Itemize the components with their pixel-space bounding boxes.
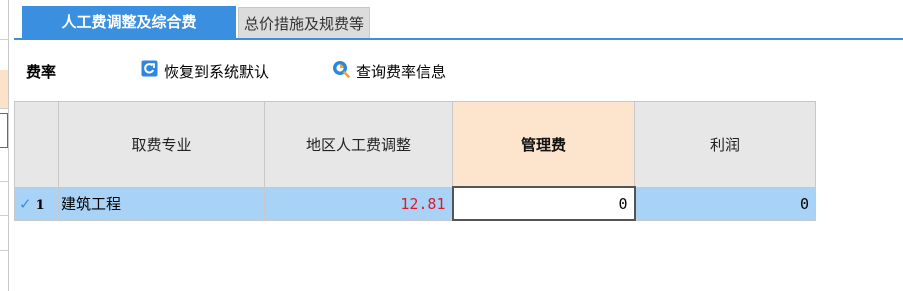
cell-discipline[interactable]: 建筑工程 xyxy=(58,186,265,221)
cell-profit[interactable]: 0 xyxy=(634,186,816,221)
table-row[interactable]: ✓ 1 建筑工程 12.81 0 0 xyxy=(14,186,816,221)
row-header[interactable]: ✓ 1 xyxy=(14,186,59,221)
grid-header-row: 取费专业 地区人工费调整 管理费 利润 xyxy=(14,101,816,188)
column-header-management-fee[interactable]: 管理费 xyxy=(452,101,635,188)
adjacent-panel-rule xyxy=(0,215,8,216)
adjacent-panel-selected-cell[interactable] xyxy=(0,113,8,148)
column-header-discipline[interactable]: 取费专业 xyxy=(58,101,265,188)
adjacent-panel-rule xyxy=(0,108,8,109)
cell-labor-adjust[interactable]: 12.81 xyxy=(264,186,453,221)
query-rate-label: 查询费率信息 xyxy=(356,63,447,81)
adjacent-panel-edge xyxy=(0,0,10,291)
adjacent-panel-rule xyxy=(0,181,8,182)
cell-management-fee-editor[interactable]: 0 xyxy=(451,186,636,221)
restore-default-label: 恢复到系统默认 xyxy=(164,63,270,81)
rate-section-title: 费率 xyxy=(26,63,57,81)
tab-bar: 人工费调整及综合费 总价措施及规费等 xyxy=(14,6,903,40)
query-rate-info-button[interactable]: 查询费率信息 xyxy=(332,60,446,84)
column-header-labor-adjust[interactable]: 地区人工费调整 xyxy=(264,101,453,188)
rate-toolbar: 费率 恢复到系统默认 查询费率信息 xyxy=(26,57,903,87)
row-header-corner[interactable] xyxy=(14,101,59,188)
query-rate-icon xyxy=(332,60,350,85)
row-number: 1 xyxy=(35,197,45,213)
restore-default-button[interactable]: 恢复到系统默认 xyxy=(141,60,269,84)
adjacent-panel-rule xyxy=(0,39,8,40)
restore-icon xyxy=(141,60,158,84)
tab-lump-sum-measures[interactable]: 总价措施及规费等 xyxy=(238,7,370,39)
adjacent-panel-border xyxy=(8,0,9,291)
tab-underline xyxy=(14,38,903,40)
column-header-profit[interactable]: 利润 xyxy=(634,101,816,188)
adjacent-panel-highlight xyxy=(0,70,8,108)
fee-rate-grid: 取费专业 地区人工费调整 管理费 利润 ✓ 1 建筑工程 12.81 0 0 xyxy=(14,101,816,222)
adjacent-panel-rule xyxy=(0,250,8,251)
check-icon: ✓ xyxy=(19,194,32,213)
tab-labor-and-overhead[interactable]: 人工费调整及综合费 xyxy=(22,6,236,38)
